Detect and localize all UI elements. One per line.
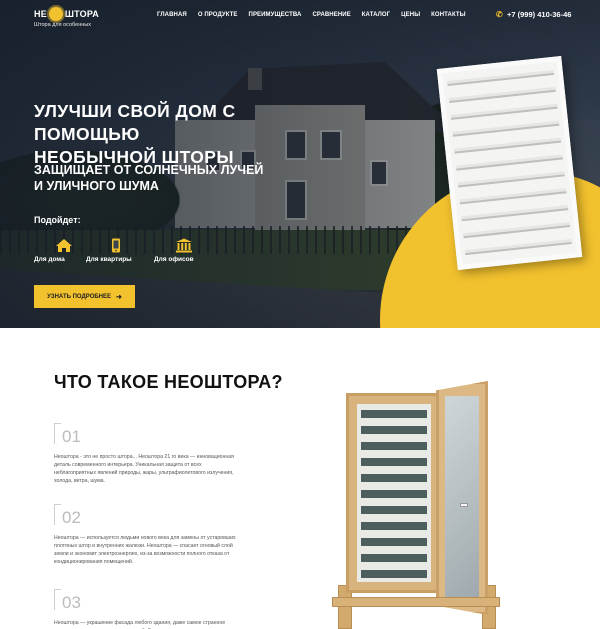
step-text: Неоштора — украшение фасада любого здани…	[54, 620, 226, 629]
building-icon	[176, 238, 192, 253]
phone-device-icon	[112, 238, 120, 253]
logo-word-right: ШТОРА	[64, 9, 99, 19]
main-nav: ГЛАВНАЯ О ПРОДУКТЕ ПРЕИМУЩЕСТВА СРАВНЕНИ…	[157, 12, 477, 18]
house-icon	[56, 239, 72, 252]
hero-title-line1: УЛУЧШИ СВОЙ ДОМ С ПОМОЩЬЮ	[34, 101, 236, 144]
nav-item-catalog[interactable]: КАТАЛОГ	[362, 12, 390, 18]
nav-item-advantages[interactable]: ПРЕИМУЩЕСТВА	[249, 12, 302, 18]
feature-apartment: Для квартиры	[86, 238, 146, 263]
hero-title: УЛУЧШИ СВОЙ ДОМ С ПОМОЩЬЮ НЕОБЫЧНОЙ ШТОР…	[34, 100, 334, 169]
step-text: Неоштора - это не просто штора... Неошто…	[54, 454, 234, 484]
feature-home-label: Для дома	[34, 256, 65, 263]
hero-subtitle: ЗАЩИЩАЕТ ОТ СОЛНЕЧНЫХ ЛУЧЕЙ И УЛИЧНОГО Ш…	[34, 162, 284, 194]
about-step-1: 01 Неоштора - это не просто штора... Нео…	[54, 423, 244, 485]
step-number: 03	[54, 589, 94, 613]
about-step-2: 02 Неоштора — используется людьми нового…	[54, 504, 244, 566]
arrow-right-icon: ➜	[116, 293, 122, 301]
shutter-product-image	[436, 56, 583, 270]
nav-item-home[interactable]: ГЛАВНАЯ	[157, 12, 187, 18]
window-handle	[460, 503, 468, 507]
step-text: Неоштора — используется людьми нового ве…	[54, 535, 236, 565]
logo[interactable]: НЕ ШТОРА Штора для особенных	[34, 7, 99, 28]
about-title: ЧТО ТАКОЕ НЕОШТОРА?	[54, 372, 283, 392]
phone-icon: ✆	[496, 10, 503, 19]
feature-apartment-label: Для квартиры	[86, 256, 132, 263]
feature-office: Для офисов	[154, 238, 214, 263]
nav-item-prices[interactable]: ЦЕНЫ	[401, 12, 420, 18]
step-number: 02	[54, 504, 94, 528]
suits-label: Подойдет:	[34, 215, 81, 225]
phone-number: +7 (999) 410-36-46	[507, 10, 572, 19]
wooden-window-product-image	[332, 375, 502, 629]
about-step-3: 03 Неоштора — украшение фасада любого зд…	[54, 589, 244, 629]
sun-icon	[48, 7, 63, 21]
nav-item-about[interactable]: О ПРОДУКТЕ	[198, 12, 238, 18]
logo-tagline: Штора для особенных	[34, 22, 91, 28]
hero-section: НЕ ШТОРА Штора для особенных ГЛАВНАЯ О П…	[0, 0, 600, 328]
hero-subtitle-line1: ЗАЩИЩАЕТ ОТ СОЛНЕЧНЫХ ЛУЧЕЙ	[34, 163, 264, 177]
learn-more-button[interactable]: УЗНАТЬ ПОДРОБНЕЕ ➜	[34, 285, 135, 308]
feature-office-label: Для офисов	[154, 256, 194, 263]
feature-home: Для дома	[34, 238, 94, 263]
nav-item-contacts[interactable]: КОНТАКТЫ	[431, 12, 465, 18]
step-number: 01	[54, 423, 94, 447]
logo-word-left: НЕ	[34, 9, 47, 19]
header-phone[interactable]: ✆ +7 (999) 410-36-46	[496, 10, 571, 19]
learn-more-label: УЗНАТЬ ПОДРОБНЕЕ	[47, 293, 112, 300]
hero-subtitle-line2: И УЛИЧНОГО ШУМА	[34, 179, 159, 193]
nav-item-comparison[interactable]: СРАВНЕНИЕ	[312, 12, 350, 18]
